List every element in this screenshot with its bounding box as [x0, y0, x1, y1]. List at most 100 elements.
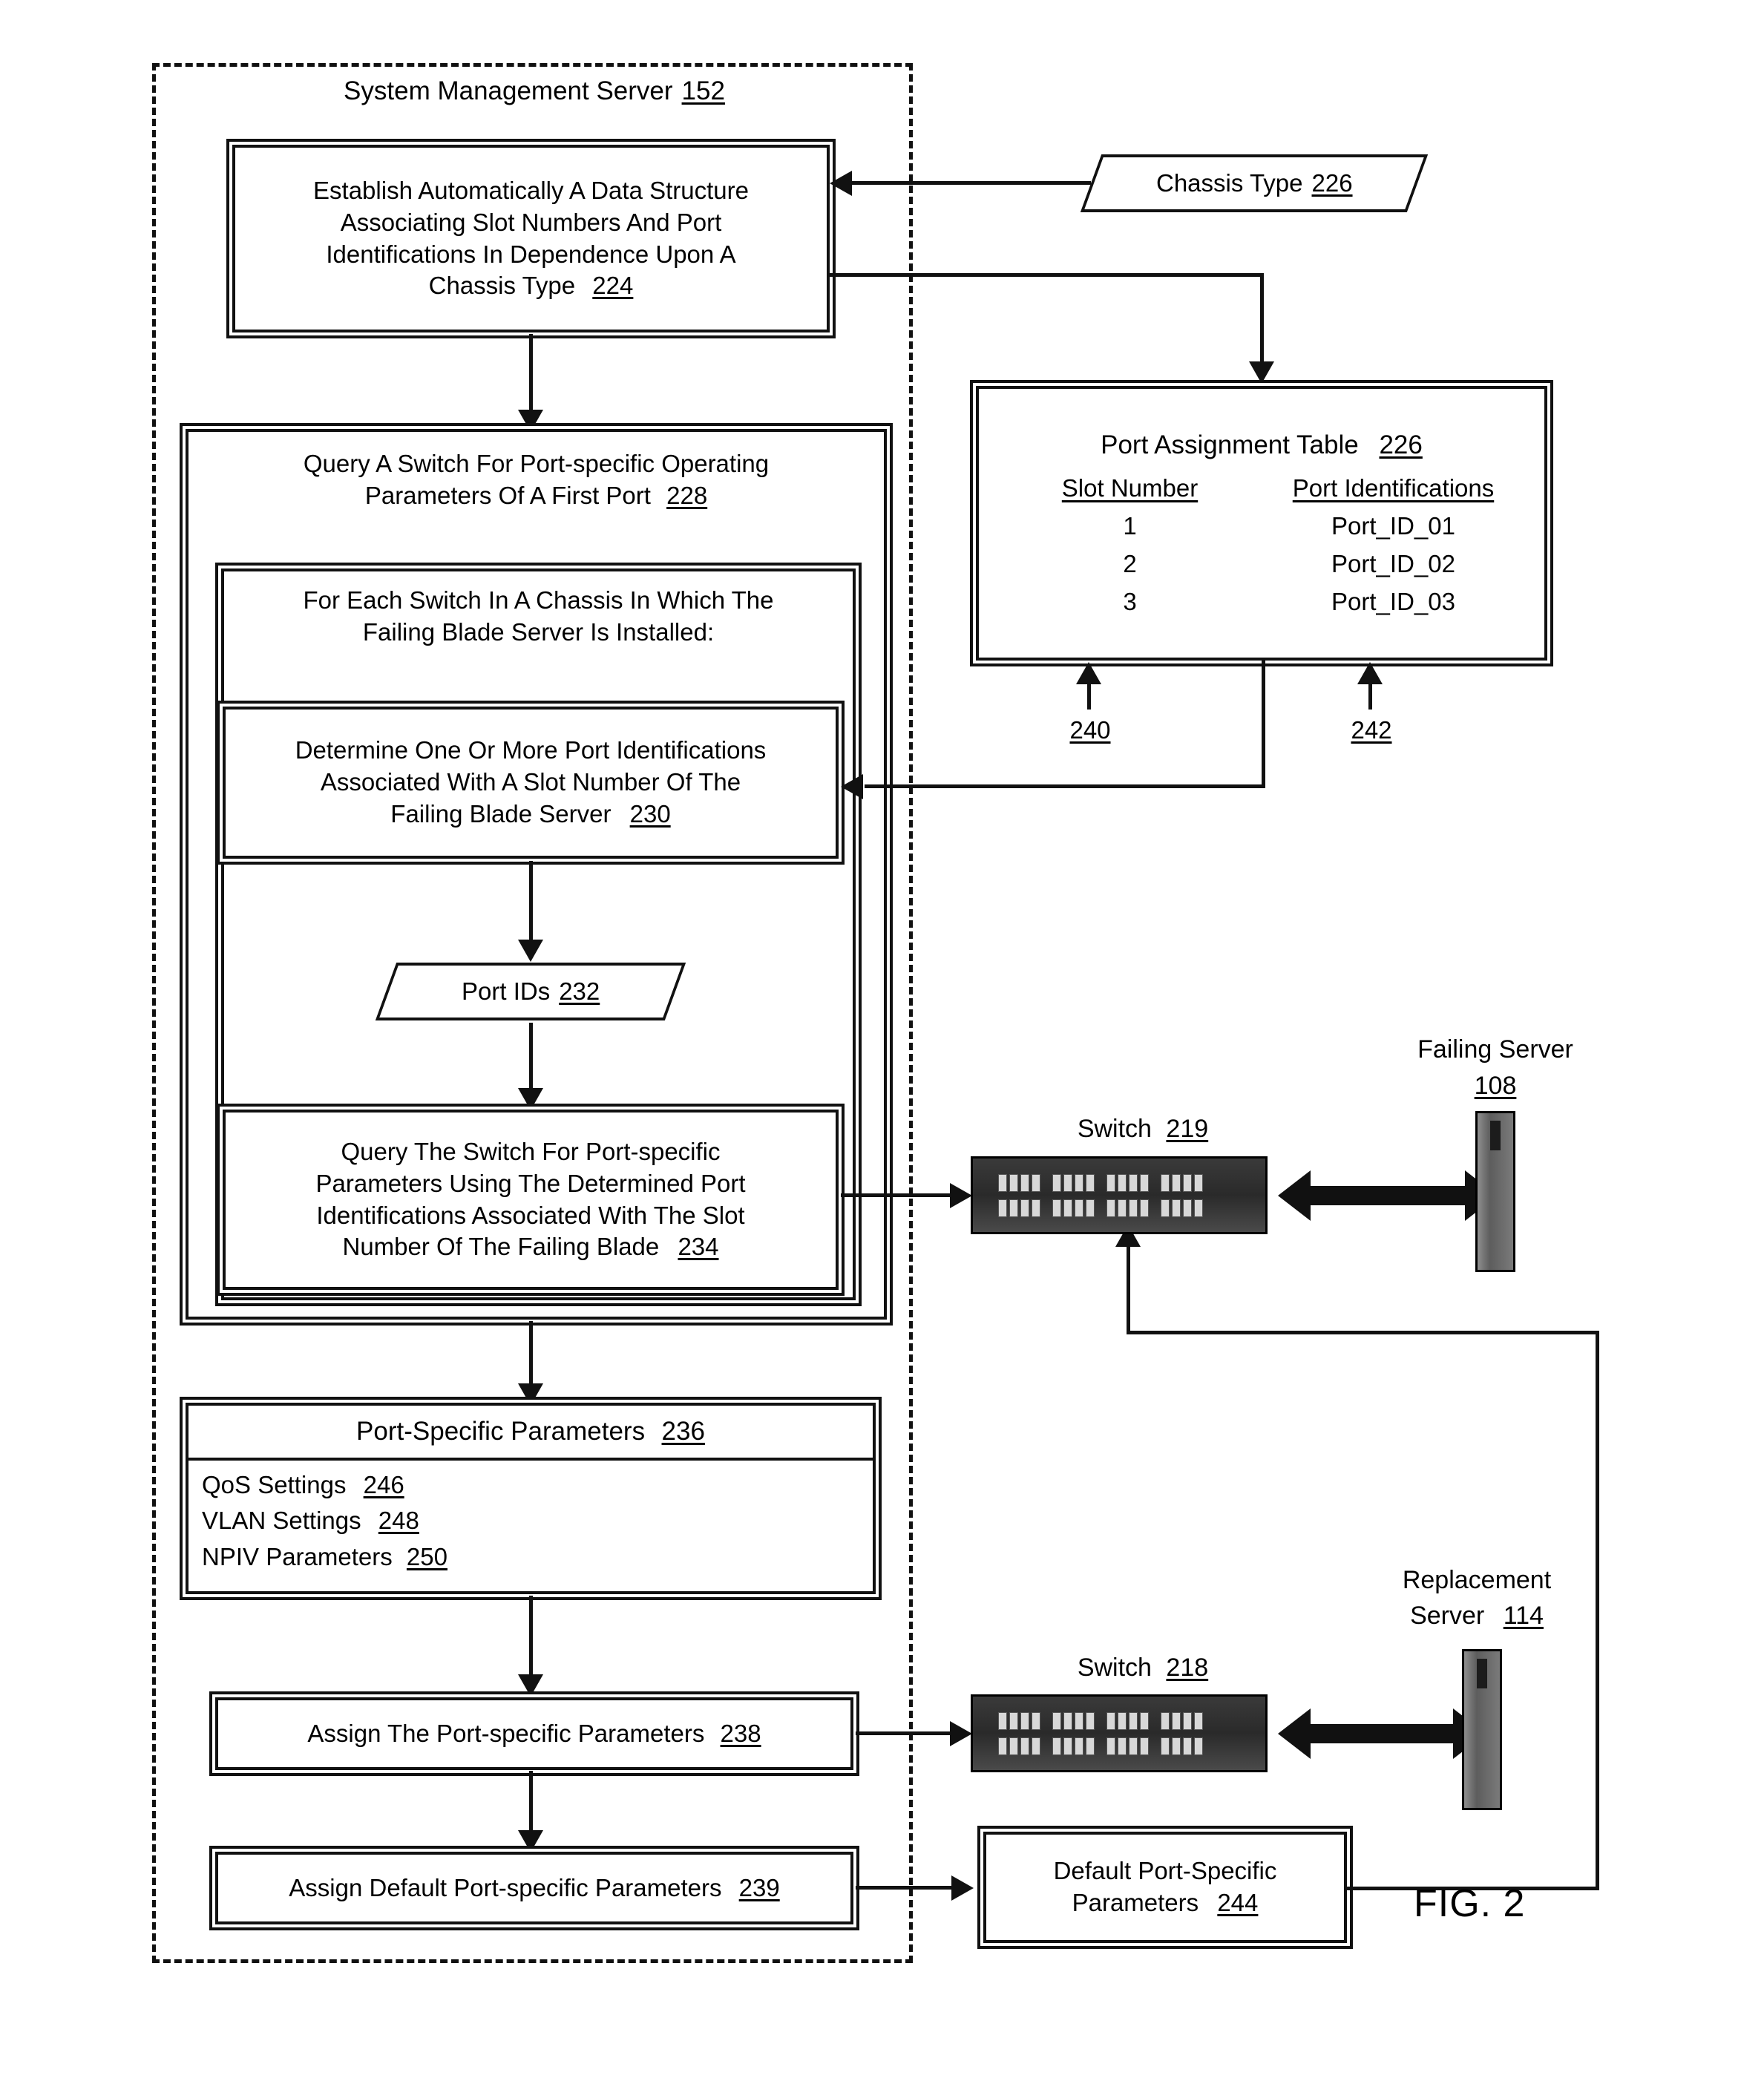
port-assignment-table: Port Assignment Table 226 Slot Number Po…: [976, 386, 1547, 661]
switch-219-appliance: [971, 1156, 1268, 1234]
pat-col-header-slot: Slot Number: [1061, 474, 1199, 502]
arrowhead-table-to-determine: [841, 774, 863, 799]
establish-line-3: Identifications In Dependence Upon A: [326, 240, 736, 268]
switch-218-ref: 218: [1166, 1654, 1209, 1682]
table-row: 3: [1123, 587, 1137, 615]
port-ids-ref: 232: [559, 977, 600, 1005]
replacement-server-blade: [1462, 1649, 1502, 1810]
determine-line-3-text: Failing Blade Server: [390, 799, 612, 828]
pat-grid: Slot Number Port Identifications 1 Port_…: [998, 473, 1525, 618]
determine-ref: 230: [629, 799, 671, 828]
query-the-switch-line-3: Identifications Associated With The Slot: [316, 1201, 745, 1229]
chassis-type-label: Chassis Type: [1155, 169, 1303, 197]
switch-port-group: [1052, 1199, 1095, 1217]
switch-218-port-row-top: [998, 1711, 1255, 1730]
connector-assign-to-assign-default: [529, 1771, 533, 1833]
switch-218-port-row-bottom: [998, 1737, 1255, 1755]
connector-assign-to-switch218: [856, 1731, 952, 1735]
query-the-switch-line-1: Query The Switch For Port-specific: [341, 1137, 721, 1165]
connector-establish-to-table-v: [1260, 273, 1264, 364]
port-ids-label-wrap: Port IDs 232: [462, 977, 600, 1006]
replacement-server-ref: 114: [1503, 1602, 1544, 1630]
determine-line-3: Failing Blade Server 230: [295, 799, 767, 830]
arrowhead-assign-to-switch218: [950, 1721, 972, 1746]
query-the-switch-box: Query The Switch For Port-specific Param…: [223, 1110, 839, 1290]
switch-219-ref: 219: [1166, 1115, 1209, 1143]
determine-port-ids-box: Determine One Or More Port Identificatio…: [223, 707, 839, 859]
arrowhead-callout-240: [1076, 662, 1101, 684]
connector-determine-to-portids: [529, 861, 533, 943]
psp-title: Port-Specific Parameters: [356, 1417, 646, 1446]
for-each-line-1: For Each Switch In A Chassis In Which Th…: [303, 586, 774, 614]
arrowhead-assign-default-to-store: [951, 1875, 974, 1901]
table-row: Port_ID_01: [1331, 511, 1455, 540]
switch-port-group: [1106, 1173, 1149, 1192]
psp-header: Port-Specific Parameters 236: [188, 1406, 873, 1461]
arrowhead-chassis-to-establish: [830, 171, 852, 196]
figure-canvas: System Management Server 152 Establish A…: [0, 0, 1764, 2084]
callout-line-242: [1368, 683, 1372, 710]
chassis-type-ref: 226: [1311, 169, 1353, 197]
connector-chassis-to-establish: [852, 181, 1091, 185]
switch-port-group: [998, 1199, 1040, 1217]
switch-port-group: [1052, 1173, 1095, 1192]
link-switch218-replacement-server: [1278, 1708, 1486, 1759]
replacement-server-label-line-2: Server 114: [1343, 1602, 1610, 1631]
establish-ref: 224: [592, 272, 634, 300]
callout-line-240: [1087, 683, 1091, 710]
query-switch-ref: 228: [666, 481, 708, 509]
chassis-type-label-wrap: Chassis Type 226: [1156, 169, 1353, 197]
establish-line-1: Establish Automatically A Data Structure: [313, 176, 749, 204]
assign-params-label: Assign The Port-specific Parameters: [307, 1719, 705, 1747]
sms-title-text: System Management Server: [344, 76, 673, 105]
assign-default-params-box: Assign Default Port-specific Parameters …: [215, 1852, 853, 1924]
sms-title-ref: 152: [681, 76, 725, 105]
psp-item-vlan-ref: 248: [378, 1507, 419, 1535]
failing-server-ref: 108: [1474, 1072, 1517, 1100]
arrowhead-assign-to-assign-default: [518, 1830, 543, 1852]
port-specific-parameters-box: Port-Specific Parameters 236 QoS Setting…: [186, 1403, 876, 1594]
default-store-line-2: Parameters 244: [1054, 1887, 1277, 1919]
blade-notch-icon: [1490, 1121, 1501, 1150]
switch-port-group: [1161, 1737, 1203, 1755]
failing-server-label: Failing Server: [1417, 1035, 1573, 1064]
default-port-specific-parameters-store: Default Port-Specific Parameters 244: [983, 1832, 1347, 1943]
assign-params-box: Assign The Port-specific Parameters 238: [215, 1697, 853, 1770]
switch-port-group: [1052, 1737, 1095, 1755]
establish-line-2: Associating Slot Numbers And Port: [340, 208, 722, 236]
pat-col-header-portids: Port Identifications: [1292, 474, 1495, 502]
pat-title: Port Assignment Table: [1101, 430, 1359, 460]
table-row: 1: [1123, 511, 1137, 540]
table-row: 2: [1123, 549, 1137, 577]
psp-items: QoS Settings 246 VLAN Settings 248 NPIV …: [188, 1461, 873, 1574]
assign-default-ref: 239: [738, 1873, 780, 1901]
failing-server-blade: [1475, 1111, 1515, 1272]
arrowhead-portids-to-query-switch: [518, 1088, 543, 1110]
pat-title-row: Port Assignment Table 226: [998, 428, 1525, 462]
pat-ref: 226: [1379, 430, 1423, 460]
connector-params-to-assign: [529, 1596, 533, 1677]
default-store-line-2-text: Parameters: [1072, 1889, 1199, 1916]
arrowhead-params-to-assign: [518, 1674, 543, 1697]
query-the-switch-line-2: Parameters Using The Determined Port: [315, 1169, 746, 1197]
query-switch-line-1: Query A Switch For Port-specific Operati…: [303, 450, 770, 477]
table-row: Port_ID_02: [1331, 549, 1455, 577]
arrowhead-query-to-switch219: [950, 1183, 972, 1208]
list-item: NPIV Parameters 250: [202, 1541, 873, 1573]
establish-line-4: Chassis Type 224: [313, 270, 749, 302]
psp-item-npiv-ref: 250: [406, 1543, 447, 1571]
switch-port-group: [998, 1173, 1040, 1192]
psp-item-qos-ref: 246: [363, 1470, 404, 1498]
arrowhead-callout-242: [1357, 662, 1383, 684]
determine-line-1: Determine One Or More Port Identificatio…: [295, 736, 767, 764]
switch-218-label: Switch 218: [1024, 1654, 1262, 1682]
switch-port-group: [1161, 1173, 1203, 1192]
assign-params-ref: 238: [720, 1719, 761, 1747]
connector-table-to-determine-v: [1262, 661, 1265, 787]
pat-col-ref-242: 242: [1351, 716, 1392, 744]
query-the-switch-line-4-text: Number Of The Failing Blade: [342, 1233, 660, 1261]
port-ids-label: Port IDs: [461, 977, 551, 1005]
connector-establish-to-query: [529, 334, 533, 412]
switch-port-group: [998, 1737, 1040, 1755]
assign-default-row: Assign Default Port-specific Parameters …: [289, 1872, 779, 1904]
